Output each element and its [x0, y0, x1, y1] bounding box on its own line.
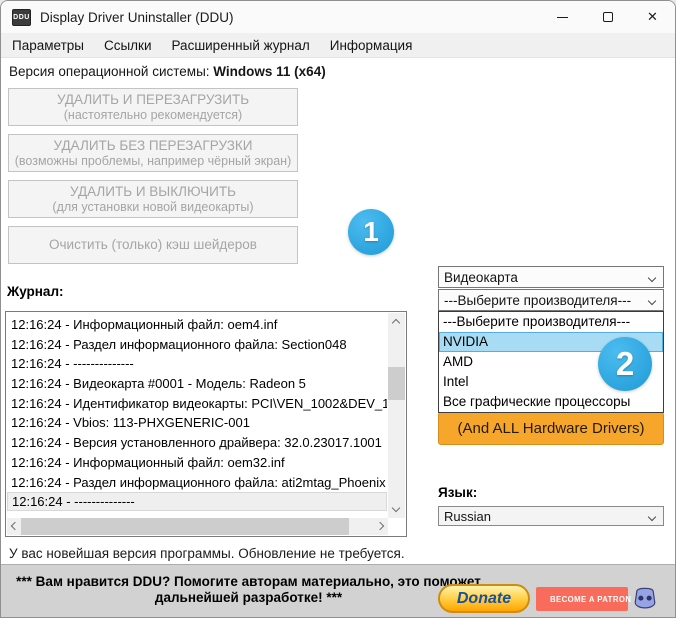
- os-version-value: Windows 11 (x64): [213, 64, 325, 79]
- footer-bar: *** Вам нравится DDU? Помогите авторам м…: [1, 564, 675, 617]
- chevron-down-icon: [648, 274, 656, 282]
- vertical-scrollbar[interactable]: [388, 313, 405, 518]
- scrollbar-down-icon[interactable]: [392, 504, 400, 512]
- maximize-icon: [603, 12, 613, 22]
- log-row[interactable]: 12:16:24 - Информационный файл: oem32.in…: [7, 453, 387, 473]
- window-controls: ✕: [540, 1, 675, 33]
- clean-button-label: (And ALL Hardware Drivers): [457, 420, 644, 437]
- menu-bar: Параметры Ссылки Расширенный журнал Инфо…: [1, 33, 675, 58]
- log-rows: 12:16:24 - Информационный файл: oem4.inf…: [7, 315, 387, 517]
- log-label: Журнал:: [7, 284, 64, 299]
- horizontal-scrollbar[interactable]: [7, 518, 388, 535]
- log-row[interactable]: 12:16:24 - Раздел информационного файла:…: [7, 473, 387, 493]
- minimize-button[interactable]: [540, 1, 585, 33]
- log-row[interactable]: 12:16:24 - Версия установленного драйвер…: [7, 433, 387, 453]
- title-bar: DDU Display Driver Uninstaller (DDU) ✕: [1, 1, 675, 33]
- device-type-value: Видеокарта: [444, 270, 518, 285]
- patron-label: BECOME A PATRON: [550, 595, 631, 604]
- clean-all-hardware-button[interactable]: (And ALL Hardware Drivers): [438, 412, 664, 445]
- vendor-option-placeholder[interactable]: ---Выберите производителя---: [439, 312, 663, 332]
- window-title: Display Driver Uninstaller (DDU): [40, 10, 234, 25]
- button-title: УДАЛИТЬ И ВЫКЛЮЧИТЬ: [70, 184, 236, 200]
- update-status-text: У вас новейшая версия программы. Обновле…: [9, 546, 405, 561]
- menu-item-extended-log[interactable]: Расширенный журнал: [162, 33, 320, 58]
- discord-icon: [631, 585, 659, 612]
- log-row[interactable]: 12:16:24 - Раздел информационного файла:…: [7, 335, 387, 355]
- log-row[interactable]: 12:16:24 - Видеокарта #0001 - Модель: Ra…: [7, 374, 387, 394]
- os-version-line: Версия операционной системы: Windows 11 …: [9, 64, 326, 79]
- log-row[interactable]: 12:16:24 - Информационный файл: oem4.inf: [7, 315, 387, 335]
- maximize-button[interactable]: [585, 1, 630, 33]
- log-row[interactable]: 12:16:24 - Vbios: 113-PHXGENERIC-001: [7, 413, 387, 433]
- chevron-down-icon: [648, 297, 656, 305]
- scrollbar-thumb[interactable]: [388, 367, 405, 400]
- log-row[interactable]: 12:16:24 - Идентификатор видеокарты: PCI…: [7, 394, 387, 414]
- log-listbox[interactable]: 12:16:24 - Информационный файл: oem4.inf…: [5, 311, 407, 537]
- vendor-option-all-gpus[interactable]: Все графические процессоры: [439, 392, 663, 412]
- callout-1-badge: 1: [348, 209, 394, 255]
- device-type-select[interactable]: Видеокарта: [438, 266, 664, 288]
- uninstall-no-restart-button[interactable]: УДАЛИТЬ БЕЗ ПЕРЕЗАГРУЗКИ (возможны пробл…: [8, 134, 298, 172]
- menu-item-links[interactable]: Ссылки: [94, 33, 162, 58]
- scrollbar-right-icon[interactable]: [376, 522, 384, 530]
- button-title: УДАЛИТЬ БЕЗ ПЕРЕЗАГРУЗКИ: [54, 138, 253, 154]
- support-message: *** Вам нравится DDU? Помогите авторам м…: [6, 574, 491, 606]
- menu-item-parameters[interactable]: Параметры: [2, 33, 94, 58]
- app-icon: DDU: [12, 9, 31, 26]
- button-title: УДАЛИТЬ И ПЕРЕЗАГРУЗИТЬ: [57, 92, 249, 108]
- button-title: Очистить (только) кэш шейдеров: [49, 237, 257, 253]
- button-subtitle: (настоятельно рекомендуется): [64, 108, 242, 123]
- scrollbar-up-icon[interactable]: [392, 319, 400, 327]
- chevron-down-icon: [648, 513, 656, 521]
- os-version-label: Версия операционной системы:: [9, 64, 213, 79]
- close-icon: ✕: [647, 9, 658, 25]
- discord-button[interactable]: [631, 585, 659, 612]
- donate-label: Donate: [457, 590, 511, 608]
- button-subtitle: (возможны проблемы, например чёрный экра…: [15, 154, 291, 169]
- vendor-select[interactable]: ---Выберите производителя---: [438, 289, 664, 311]
- callout-2-badge: 2: [598, 337, 652, 391]
- button-subtitle: (для установки новой видеокарты): [52, 200, 253, 215]
- uninstall-restart-button[interactable]: УДАЛИТЬ И ПЕРЕЗАГРУЗИТЬ (настоятельно ре…: [8, 88, 298, 126]
- scrollbar-left-icon[interactable]: [11, 522, 19, 530]
- scrollbar-thumb[interactable]: [21, 518, 349, 535]
- vendor-select-value: ---Выберите производителя---: [444, 293, 631, 308]
- app-window: DDU Display Driver Uninstaller (DDU) ✕ П…: [0, 0, 676, 618]
- log-row[interactable]: 12:16:24 - --------------: [7, 354, 387, 374]
- language-value: Russian: [444, 509, 491, 524]
- uninstall-shutdown-button[interactable]: УДАЛИТЬ И ВЫКЛЮЧИТЬ (для установки новой…: [8, 180, 298, 218]
- patron-button[interactable]: BECOME A PATRON: [536, 587, 628, 611]
- language-label: Язык:: [438, 485, 477, 500]
- clear-shader-cache-button[interactable]: Очистить (только) кэш шейдеров: [8, 226, 298, 264]
- language-select[interactable]: Russian: [438, 506, 664, 526]
- menu-item-information[interactable]: Информация: [320, 33, 423, 58]
- minimize-icon: [557, 17, 568, 18]
- close-button[interactable]: ✕: [630, 1, 675, 33]
- donate-button[interactable]: Donate: [438, 584, 530, 613]
- log-row-selected[interactable]: 12:16:24 - --------------: [7, 492, 387, 511]
